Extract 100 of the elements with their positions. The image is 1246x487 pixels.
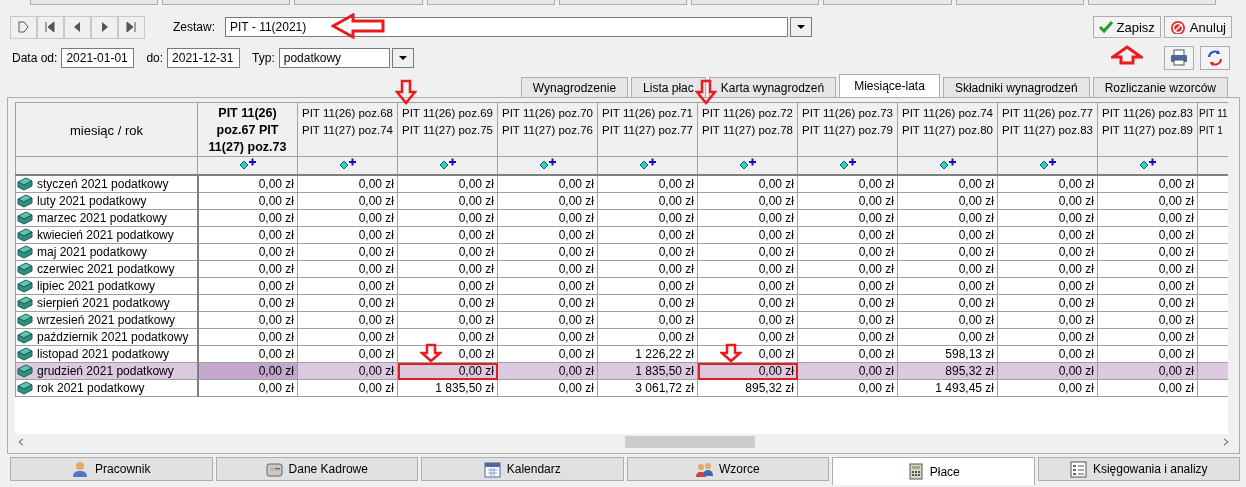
table-cell: 1 835,50 zł [397, 379, 498, 397]
tab-edge[interactable] [955, 0, 1084, 5]
tab[interactable]: Karta wynagrodzeń [708, 77, 837, 97]
set-field[interactable]: PIT - 11(2021) [225, 17, 788, 37]
tab-edge[interactable] [30, 0, 159, 5]
diamond-plus-icon [638, 158, 657, 170]
nav-button[interactable] [37, 15, 64, 39]
date-field[interactable]: 2021-12-31 [167, 48, 241, 68]
table-cell: 0,00 zł [597, 175, 698, 193]
table-cell: 0,00 zł [997, 379, 1098, 397]
field-label: Zestaw: [173, 20, 215, 34]
nav-button[interactable] [64, 15, 91, 39]
column-header[interactable]: PIT 11(26) poz.67 PIT 11(27) poz.73 [197, 102, 298, 157]
table-cell: 0,00 zł [797, 209, 898, 227]
table-cell: 0,00 zł [797, 175, 898, 193]
tab-edge[interactable] [558, 0, 688, 5]
field-label: do: [146, 51, 164, 65]
tab-edge[interactable] [1087, 0, 1216, 5]
table-cell: 0,00 zł [997, 277, 1098, 295]
row-label: rok 2021 podatkowy [37, 381, 145, 395]
tab-edge[interactable] [294, 0, 423, 5]
diamond-plus-icon [238, 158, 257, 170]
table-cell: 0,00 zł [697, 175, 798, 193]
table-cell: 0,00 zł [897, 175, 998, 193]
scrollbar-thumb[interactable] [625, 436, 755, 448]
table-cell: 0,00 zł [297, 243, 398, 261]
nav-button[interactable] [118, 15, 145, 39]
column-header[interactable]: PIT 11(26) poz.73 PIT 11(27) poz.79 [797, 102, 898, 157]
tab-edge[interactable] [162, 0, 291, 5]
module-tab[interactable]: Księgowania i analizy [1037, 457, 1240, 481]
row-label: luty 2021 podatkowy [37, 194, 147, 208]
dropdown-button[interactable] [391, 48, 414, 68]
book-icon [17, 194, 33, 208]
printer-icon [1170, 49, 1188, 67]
book-icon [17, 279, 33, 293]
column-header[interactable]: PIT 11 PIT 1 [1197, 102, 1228, 157]
table-cell: 0,00 zł [497, 175, 598, 193]
column-header[interactable]: PIT 11(26) poz.77 PIT 11(27) poz.83 [997, 102, 1098, 157]
book-icon [17, 177, 33, 191]
tab-edge[interactable] [426, 0, 555, 5]
book-icon [17, 364, 33, 378]
tab-edge[interactable] [691, 0, 820, 5]
nav-button[interactable] [91, 15, 118, 39]
column-header[interactable]: PIT 11(26) poz.70 PIT 11(27) poz.76 [497, 102, 598, 157]
column-header[interactable]: PIT 11(26) poz.72 PIT 11(27) poz.78 [697, 102, 798, 157]
table-cell: 0,00 zł [597, 328, 698, 346]
table-cell: 0,00 zł [197, 277, 298, 295]
people-icon [695, 460, 713, 478]
table-cell: 0,00 zł [197, 260, 298, 278]
table-cell: 0,00 zł [597, 192, 698, 210]
tab[interactable]: Lista płac [631, 77, 706, 97]
table-cell: 0,00 zł [397, 294, 498, 312]
table-cell: 0,00 zł [597, 260, 698, 278]
table-cell: 0,00 zł [597, 209, 698, 227]
caret-icon [398, 56, 407, 60]
diamond-plus-icon [338, 158, 357, 170]
save-button[interactable]: Zapisz [1092, 16, 1161, 38]
field-label: Typ: [252, 51, 275, 65]
book-icon [17, 228, 33, 242]
table-cell: 0,00 zł [397, 277, 498, 295]
column-header[interactable]: PIT 11(26) poz.74 PIT 11(27) poz.80 [897, 102, 998, 157]
module-tab[interactable]: Dane Kadrowe [215, 457, 418, 481]
column-header[interactable]: PIT 11(26) poz.71 PIT 11(27) poz.77 [597, 102, 698, 157]
table-cell: 0,00 zł [697, 277, 798, 295]
table-cell: 0,00 zł [997, 328, 1098, 346]
module-tab[interactable]: Pracownik [10, 457, 213, 481]
column-header[interactable]: PIT 11(26) poz.68 PIT 11(27) poz.74 [297, 102, 398, 157]
type-field[interactable]: podatkowy [278, 48, 390, 68]
table-cell: 0,00 zł [797, 328, 898, 346]
print-button[interactable] [1164, 46, 1194, 70]
tab[interactable]: Miesiące-lata [839, 74, 940, 97]
table-cell: 0,00 zł [997, 345, 1098, 363]
book-icon [17, 381, 33, 395]
column-header[interactable]: PIT 11(26) poz.69 PIT 11(27) poz.75 [397, 102, 498, 157]
table-cell: 0,00 zł [297, 277, 398, 295]
module-tab[interactable]: Płace [832, 457, 1035, 485]
module-tab[interactable]: Wzorce [626, 457, 829, 481]
cancel-button[interactable]: Anuluj [1163, 16, 1232, 38]
table-cell: 0,00 zł [197, 209, 298, 227]
table-cell: 0,00 zł [497, 294, 598, 312]
table-cell: 0,00 zł [997, 243, 1098, 261]
table-cell: 0,00 zł [497, 192, 598, 210]
row-label: październik 2021 podatkowy [37, 330, 189, 344]
table-cell: 0,00 zł [1097, 311, 1198, 329]
cancel-icon [1169, 20, 1186, 34]
column-header[interactable]: PIT 11(26) poz.83 PIT 11(27) poz.89 [1097, 102, 1198, 157]
row-label: maj 2021 podatkowy [37, 245, 148, 259]
table-cell: 0,00 zł [497, 328, 598, 346]
tab[interactable]: Wynagrodzenie [520, 77, 629, 97]
table-cell: 0,00 zł [697, 328, 798, 346]
tab-edge[interactable] [823, 0, 952, 5]
tab[interactable]: Składniki wynagrodzeń [942, 77, 1090, 97]
dropdown-button[interactable] [790, 17, 812, 37]
module-tab[interactable]: Kalendarz [421, 457, 624, 481]
table-cell: 0,00 zł [397, 243, 498, 261]
table-cell: 0,00 zł [997, 209, 1098, 227]
refresh-button[interactable] [1200, 46, 1230, 70]
diamond-plus-icon [438, 158, 457, 170]
tab[interactable]: Rozliczanie wzorców [1092, 77, 1228, 97]
date-field[interactable]: 2021-01-01 [61, 48, 135, 68]
